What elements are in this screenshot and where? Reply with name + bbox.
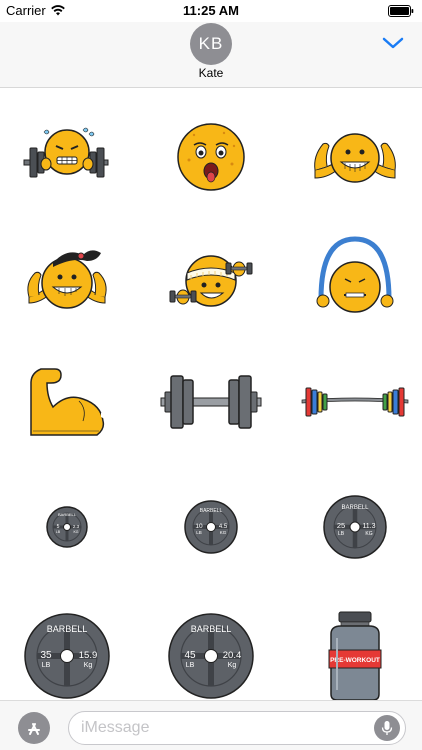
plate-kg-unit: Kg [228,662,237,669]
sticker-25lb-plate[interactable]: BARBELL 25 LB 11.3 KG [290,468,420,586]
sticker-jump-rope[interactable] [290,218,420,336]
contact-name[interactable]: Kate [0,66,422,80]
sticker-flexing-emoji[interactable] [290,98,420,216]
plate-lb-value: 25 [337,521,345,530]
plate-lb-unit: LB [42,662,51,669]
plate-kg-value: 15.9 [79,650,98,661]
conversation-header: KB Kate [0,22,422,88]
plate-kg-value: 20.4 [223,650,242,661]
battery-icon [388,5,414,20]
sticker-exhausted-emoji[interactable] [146,98,276,216]
plate-lb-unit: LB [186,662,195,669]
plate-kg-value: 11.3 [362,523,375,530]
sticker-lifting-barbell[interactable] [2,98,132,216]
plate-brand: BARBELL [191,624,232,634]
contact-avatar[interactable]: KB [190,23,232,65]
plate-kg-unit: Kg [84,662,93,669]
chevron-down-icon[interactable] [382,36,404,50]
plate-lb-value: 45 [184,650,196,661]
plate-brand: BARBELL [200,508,223,514]
plate-brand: BARBELL [47,624,88,634]
sticker-grid: BARBELL 5 LB 2.3 KG BARBELL 10 LB 4.5 KG… [0,88,422,701]
plate-lb-unit: LB [338,531,345,537]
plate-lb-value: 35 [40,650,52,661]
plate-kg-unit: KG [220,530,227,535]
sticker-10lb-plate[interactable]: BARBELL 10 LB 4.5 KG [146,468,276,586]
microphone-icon [381,721,393,735]
sticker-colored-barbell[interactable] [290,343,420,461]
plate-brand: BARBELL [341,505,369,511]
plate-lb-unit: LB [196,530,202,535]
status-time: 11:25 AM [183,3,239,18]
sticker-headband-dumbbells[interactable] [146,218,276,336]
plate-lb-value: 10 [195,523,203,530]
plate-kg-unit: KG [73,530,78,534]
plate-lb-unit: LB [56,530,61,534]
message-input-bar [0,700,422,750]
plate-brand: BARBELL [58,512,77,517]
status-bar: Carrier 11:25 AM [0,0,422,22]
imessage-input[interactable] [68,711,406,745]
plate-kg-unit: KG [365,531,372,537]
plate-kg-value: 2.3 [73,524,80,529]
microphone-button[interactable] [374,715,400,741]
sticker-small-plate[interactable]: BARBELL 5 LB 2.3 KG [2,468,132,586]
app-store-icon [28,723,40,735]
sticker-ponytail-flexing[interactable] [2,218,132,336]
app-store-button[interactable] [18,712,50,744]
sticker-dumbbell[interactable] [146,343,276,461]
sticker-flexed-bicep[interactable] [2,343,132,461]
